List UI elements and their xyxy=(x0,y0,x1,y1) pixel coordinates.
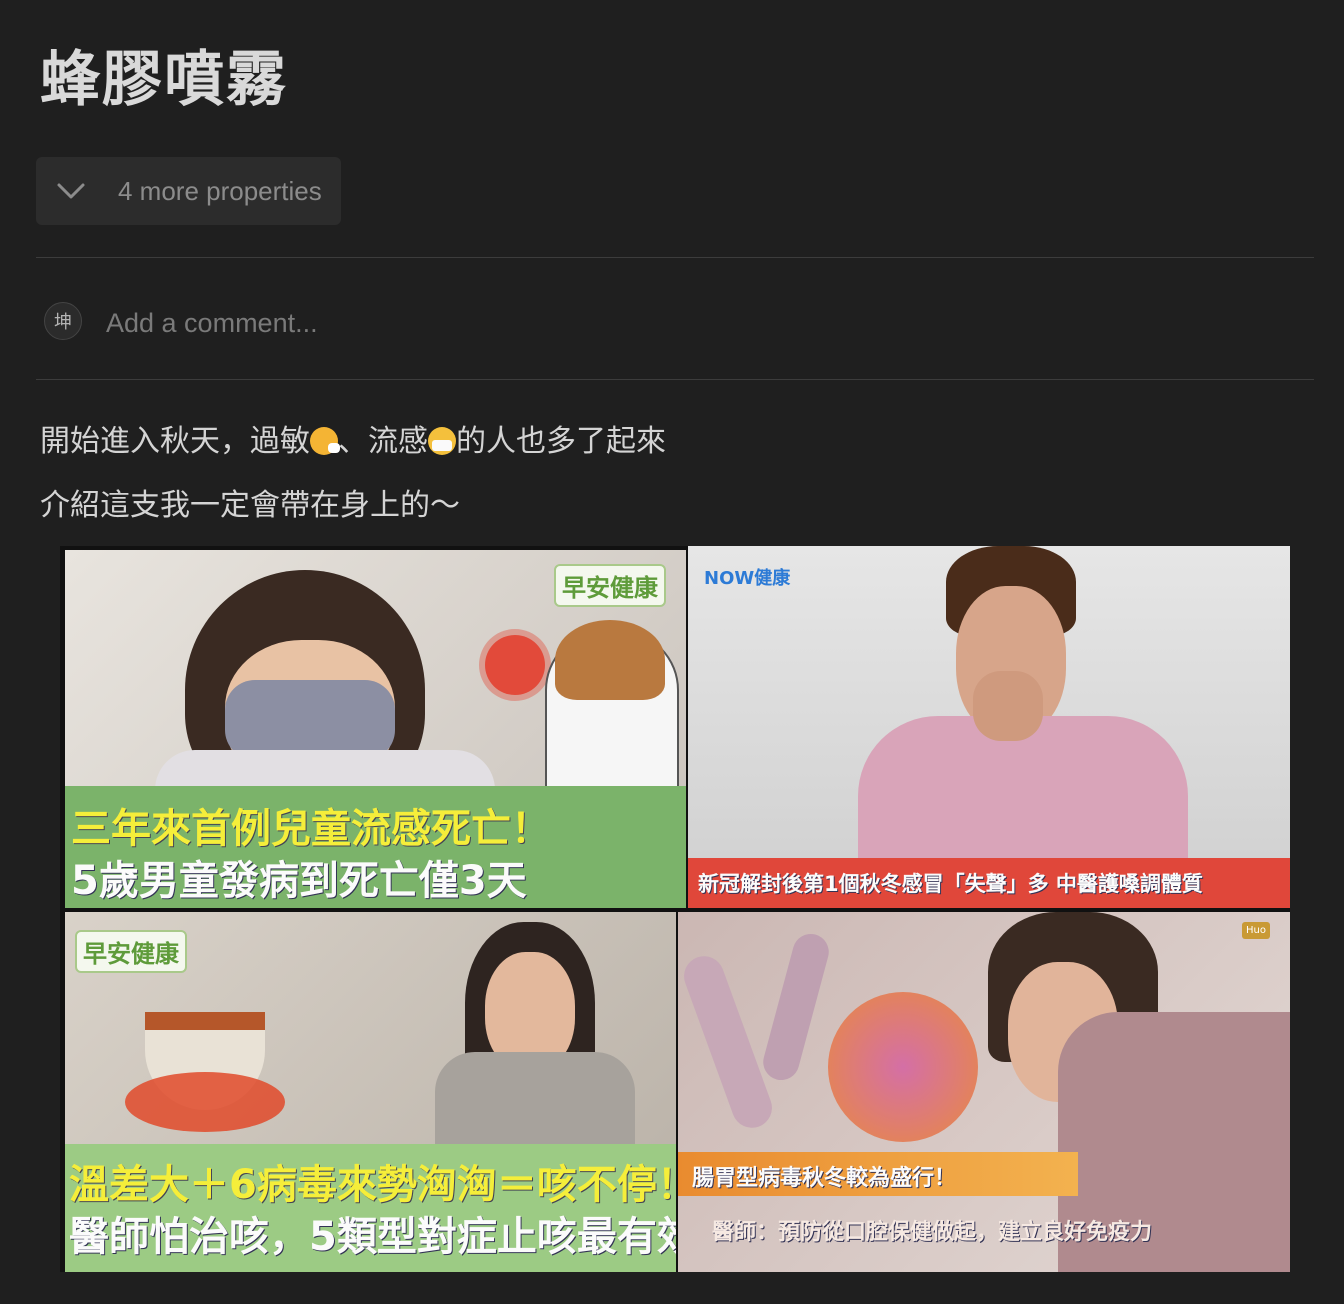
saucer xyxy=(125,1072,285,1132)
more-properties-label: 4 more properties xyxy=(118,175,322,206)
caption-subline: 5歲男童發病到死亡僅3天 xyxy=(71,858,527,904)
mask-face-icon xyxy=(428,427,456,455)
virus-icon xyxy=(485,635,545,695)
avatar: 坤 xyxy=(44,302,82,340)
caption-subline: 醫師：預防從口腔保健做起，建立良好免疫力 xyxy=(712,1220,1153,1245)
collage-panel-stomach-virus: Huo 腸胃型病毒秋冬較為盛行！ 醫師：預防從口腔保健做起，建立良好免疫力 xyxy=(678,912,1290,1272)
body-text: 開始進入秋天，過敏 xyxy=(40,424,310,459)
news-logo: 早安健康 xyxy=(75,930,187,973)
chevron-down-icon xyxy=(57,183,85,199)
comment-input[interactable] xyxy=(104,300,1008,346)
virus-sphere xyxy=(828,992,978,1142)
news-collage-image[interactable]: 早安健康 三年來首例兒童流感死亡！ 5歲男童發病到死亡僅3天 NOW健康 新冠解… xyxy=(60,546,1290,1272)
news-logo: Huo xyxy=(1242,922,1270,939)
body-paragraph-1[interactable]: 開始進入秋天，過敏 、流感 的人也多了起來 xyxy=(40,422,666,462)
news-logo: NOW健康 xyxy=(704,568,791,589)
caption-headline: 新冠解封後第1個秋冬感冒「失聲」多 中醫護嗓調體質 xyxy=(698,872,1203,896)
man-shirt xyxy=(858,716,1188,876)
caption-subline: 醫師怕治咳，5類型對症止咳最有效 xyxy=(69,1214,676,1260)
collage-panel-lost-voice: NOW健康 新冠解封後第1個秋冬感冒「失聲」多 中醫護嗓調體質 xyxy=(688,546,1290,908)
bacteria-rod xyxy=(678,950,778,1134)
page-title[interactable]: 蜂膠噴霧 xyxy=(40,40,288,120)
divider xyxy=(36,379,1314,380)
divider xyxy=(36,257,1314,258)
more-properties-toggle[interactable]: 4 more properties xyxy=(36,157,341,225)
caption-headline: 腸胃型病毒秋冬較為盛行！ xyxy=(692,1166,957,1191)
body-text: 、流感 xyxy=(338,424,428,459)
face-mask xyxy=(225,680,395,760)
caption-headline: 溫差大＋6病毒來勢洶洶＝咳不停！ xyxy=(69,1162,676,1208)
doctor-hair xyxy=(555,620,665,700)
collage-panel-child-flu: 早安健康 三年來首例兒童流感死亡！ 5歲男童發病到死亡僅3天 xyxy=(65,550,686,908)
bacteria-rod xyxy=(759,929,833,1085)
body-paragraph-2[interactable]: 介紹這支我一定會帶在身上的～ xyxy=(40,486,460,526)
man-hand xyxy=(973,671,1043,741)
news-logo: 早安健康 xyxy=(554,564,666,607)
sneezing-face-icon xyxy=(310,427,340,455)
caption-headline: 三年來首例兒童流感死亡！ xyxy=(71,806,551,852)
body-text: 的人也多了起來 xyxy=(456,424,666,459)
collage-panel-cough: 早安健康 溫差大＋6病毒來勢洶洶＝咳不停！ 醫師怕治咳，5類型對症止咳最有效 xyxy=(65,912,676,1272)
